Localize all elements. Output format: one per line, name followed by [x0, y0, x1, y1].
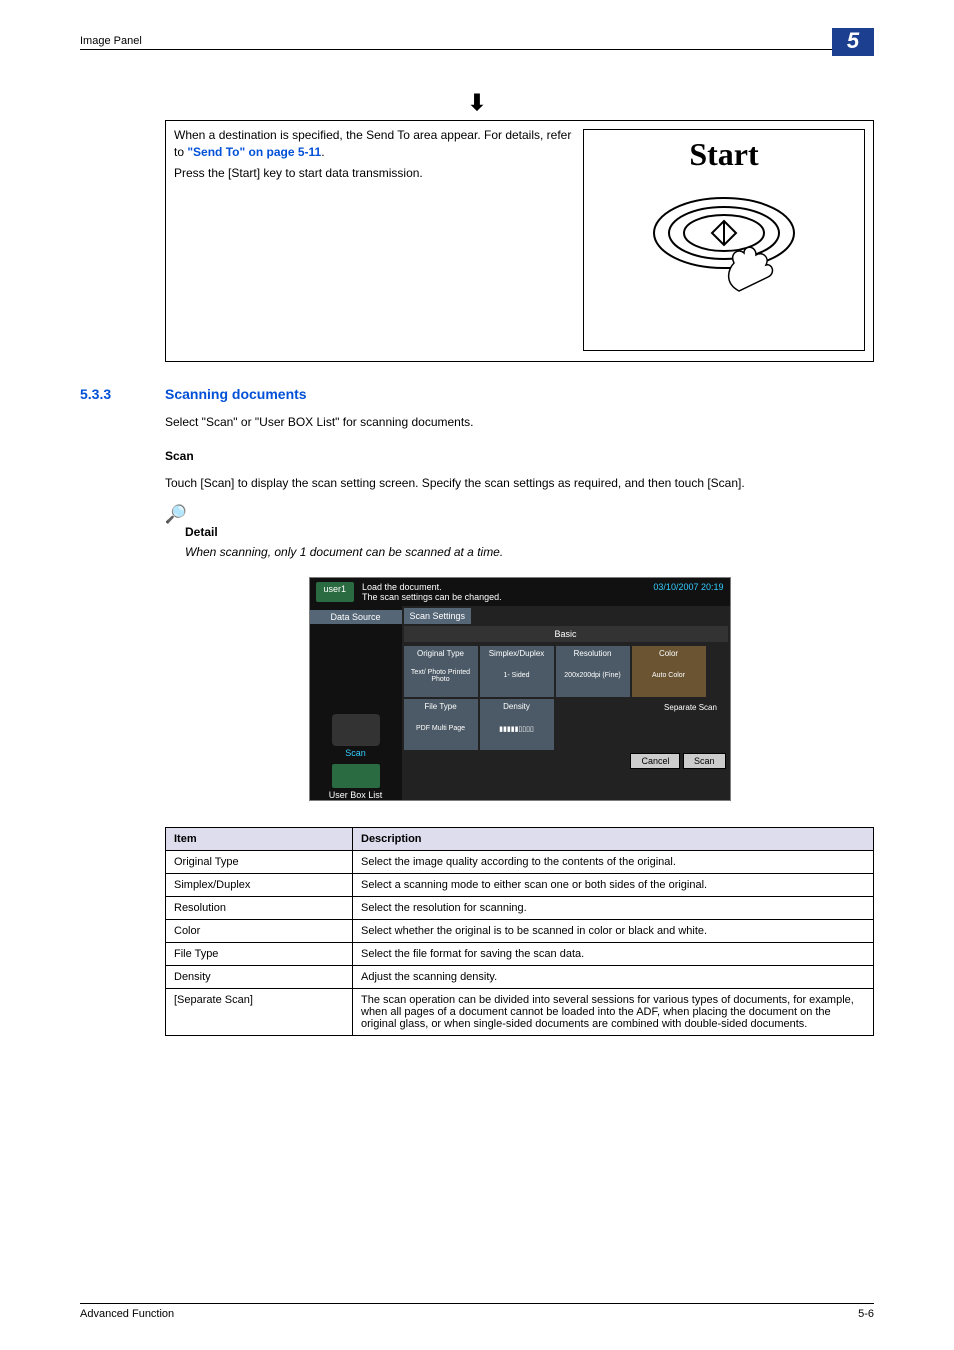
shot-user: user1	[316, 582, 355, 602]
shot-datetime: 03/10/2007 20:19	[653, 582, 723, 602]
shot-v-col: Auto Color	[632, 658, 706, 694]
cell-desc: Select the image quality according to th…	[353, 850, 874, 873]
chapter-tab: 5	[832, 28, 874, 56]
table-row: Simplex/DuplexSelect a scanning mode to …	[166, 873, 874, 896]
th-desc: Description	[353, 827, 874, 850]
footer-right: 5-6	[858, 1308, 874, 1320]
cell-item: Color	[166, 919, 353, 942]
cell-desc: Select whether the original is to be sca…	[353, 919, 874, 942]
shot-tab-settings: Scan Settings	[404, 608, 472, 624]
footer-left: Advanced Function	[80, 1308, 174, 1320]
table-row: Original TypeSelect the image quality ac…	[166, 850, 874, 873]
intro-text: Select "Scan" or "User BOX List" for sca…	[165, 414, 874, 431]
heading-title: Scanning documents	[165, 386, 307, 402]
down-arrow-icon: ⬇	[80, 90, 874, 116]
shot-h-den: Density	[480, 702, 554, 711]
cell-desc: The scan operation can be divided into s…	[353, 988, 874, 1035]
start-button-figure: Start	[583, 129, 865, 351]
shot-v-simp: 1- Sided	[480, 658, 554, 694]
send-to-link[interactable]: "Send To" on page 5-11	[187, 145, 321, 159]
cell-item: Density	[166, 965, 353, 988]
table-row: ResolutionSelect the resolution for scan…	[166, 896, 874, 919]
shot-h-col: Color	[632, 649, 706, 658]
shot-userbox-label: User Box List	[310, 790, 402, 800]
shot-h-ft: File Type	[404, 702, 478, 711]
page-footer: Advanced Function 5-6	[80, 1303, 874, 1320]
flow-step-box: Start When a destination is specified, t…	[165, 120, 874, 362]
detail-body: When scanning, only 1 document can be sc…	[185, 545, 874, 559]
shot-cancel-button: Cancel	[630, 753, 680, 769]
heading-number: 5.3.3	[80, 386, 165, 402]
shot-userbox-icon	[332, 764, 380, 788]
table-row: [Separate Scan]The scan operation can be…	[166, 988, 874, 1035]
scan-settings-screenshot: user1 Load the document. The scan settin…	[309, 577, 731, 801]
settings-description-table: Item Description Original TypeSelect the…	[165, 827, 874, 1036]
start-label: Start	[584, 136, 864, 173]
cell-item: [Separate Scan]	[166, 988, 353, 1035]
cell-item: Original Type	[166, 850, 353, 873]
cell-item: File Type	[166, 942, 353, 965]
shot-v-res: 200x200dpi (Fine)	[556, 658, 630, 694]
shot-data-source: Data Source	[310, 610, 402, 624]
running-header: Image Panel	[80, 35, 874, 50]
shot-msg2: The scan settings can be changed.	[362, 592, 502, 602]
shot-scan-icon	[332, 714, 380, 746]
shot-basic: Basic	[404, 626, 728, 642]
running-header-section: Image Panel	[80, 35, 142, 47]
shot-h-simp: Simplex/Duplex	[480, 649, 554, 658]
cell-desc: Select the resolution for scanning.	[353, 896, 874, 919]
shot-h-res: Resolution	[556, 649, 630, 658]
table-row: ColorSelect whether the original is to b…	[166, 919, 874, 942]
shot-h-orig: Original Type	[404, 649, 478, 658]
table-row: DensityAdjust the scanning density.	[166, 965, 874, 988]
th-item: Item	[166, 827, 353, 850]
scan-subhead: Scan	[165, 449, 874, 463]
shot-scan-button: Scan	[683, 753, 726, 769]
scan-body: Touch [Scan] to display the scan setting…	[165, 475, 874, 492]
magnifier-icon: 🔍	[165, 504, 187, 525]
cell-item: Simplex/Duplex	[166, 873, 353, 896]
shot-v-ft: PDF Multi Page	[404, 711, 478, 747]
detail-label: Detail	[185, 525, 874, 539]
shot-msg1: Load the document.	[362, 582, 442, 592]
cell-desc: Select a scanning mode to either scan on…	[353, 873, 874, 896]
shot-v-orig: Text/ Photo Printed Photo	[404, 658, 478, 694]
cell-desc: Select the file format for saving the sc…	[353, 942, 874, 965]
table-row: File TypeSelect the file format for savi…	[166, 942, 874, 965]
flow-line1b: .	[321, 145, 324, 159]
cell-item: Resolution	[166, 896, 353, 919]
shot-separate-scan: Separate Scan	[654, 699, 728, 750]
cell-desc: Adjust the scanning density.	[353, 965, 874, 988]
shot-scan-label: Scan	[310, 748, 402, 758]
